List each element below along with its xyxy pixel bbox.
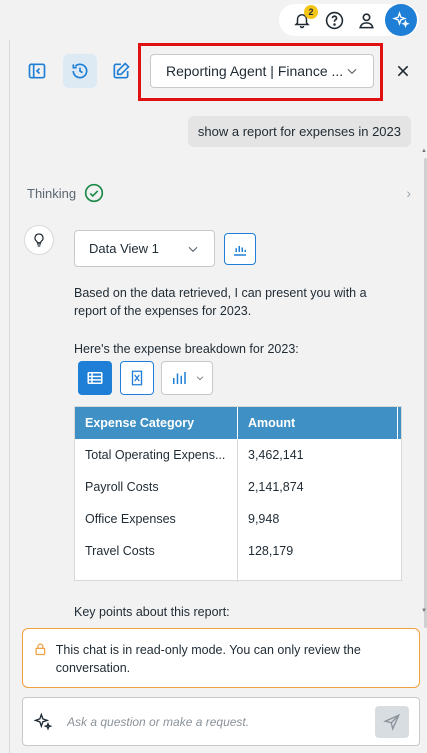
- table-header-amount[interactable]: Amount: [238, 407, 398, 439]
- top-bar: 2: [0, 0, 427, 40]
- send-button[interactable]: [375, 705, 409, 738]
- send-icon: [383, 713, 401, 731]
- close-icon: [397, 65, 409, 77]
- sparkle-icon: [33, 711, 53, 731]
- lock-icon: [35, 643, 46, 656]
- table-view-toggle[interactable]: [78, 361, 112, 395]
- table-row: Office Expenses 9,948: [75, 503, 401, 535]
- table-empty-cell: [75, 567, 238, 582]
- table-cell-amount: 9,948: [248, 512, 280, 526]
- table-empty-space: [75, 567, 401, 582]
- agent-select-value: Reporting Agent | Finance ...: [166, 63, 344, 79]
- new-chat-button[interactable]: [104, 54, 138, 88]
- history-icon: [72, 63, 88, 79]
- chevron-right-icon: ›: [406, 185, 411, 201]
- help-button[interactable]: [321, 7, 347, 33]
- thinking-row[interactable]: Thinking ›: [27, 182, 411, 204]
- collapse-panel-button[interactable]: [20, 54, 54, 88]
- table-cell-category: Travel Costs: [75, 535, 238, 567]
- chevron-down-icon: [196, 376, 204, 381]
- notification-badge: 2: [304, 5, 318, 19]
- notifications-button[interactable]: 2: [289, 5, 318, 33]
- table-row: Total Operating Expens... 3,462,141: [75, 439, 401, 471]
- close-panel-button[interactable]: [392, 60, 414, 82]
- assistant-sparkle-icon: [392, 11, 410, 28]
- key-points-heading: Key points about this report:: [74, 605, 230, 619]
- bar-chart-icon: [234, 246, 246, 256]
- table-cell-amount: 3,462,141: [248, 448, 304, 462]
- new-chat-icon: [113, 62, 130, 79]
- table-header-category[interactable]: Expense Category: [75, 407, 238, 439]
- readonly-notice: This chat is in read-only mode. You can …: [22, 628, 420, 688]
- chart-view-button[interactable]: [224, 233, 256, 265]
- export-excel-toggle[interactable]: [120, 361, 154, 395]
- table-cell-category: Total Operating Expens...: [75, 439, 238, 471]
- readonly-notice-text: This chat is in read-only mode. You can …: [55, 643, 361, 675]
- check-circle-icon: [84, 183, 104, 203]
- chat-input-box: [22, 697, 420, 746]
- table-row: Travel Costs 128,179: [75, 535, 401, 567]
- breakdown-heading: Here's the expense breakdown for 2023:: [74, 342, 299, 356]
- table-cell-category: Office Expenses: [75, 503, 238, 535]
- lightbulb-icon: [34, 233, 44, 247]
- expense-table: Expense Category Amount Total Operating …: [74, 406, 402, 582]
- top-icons-group: 2: [279, 4, 419, 36]
- chevron-down-icon: [347, 68, 357, 75]
- history-button[interactable]: [63, 54, 97, 88]
- response-intro: Based on the data retrieved, I can prese…: [74, 286, 367, 318]
- scroll-down-arrow[interactable]: ▼: [421, 608, 427, 614]
- chevron-down-icon: [188, 246, 198, 252]
- table-row: Payroll Costs 2,141,874: [75, 471, 401, 503]
- agent-select[interactable]: Reporting Agent | Finance ...: [150, 54, 374, 88]
- thinking-label: Thinking: [27, 185, 77, 201]
- help-icon: [325, 11, 343, 29]
- table-cell-category: Payroll Costs: [75, 471, 238, 503]
- scroll-up-arrow[interactable]: ▲: [421, 148, 427, 154]
- collapse-panel-icon: [28, 63, 46, 79]
- chart-type-toggle[interactable]: [161, 361, 213, 395]
- assistant-panel: Reporting Agent | Finance ... show a rep…: [9, 40, 427, 753]
- panel-header: Reporting Agent | Finance ...: [10, 40, 427, 104]
- assistant-button[interactable]: [385, 4, 417, 36]
- profile-button[interactable]: [353, 7, 379, 33]
- user-icon: [358, 12, 374, 28]
- data-view-value: Data View 1: [89, 241, 159, 256]
- chat-input[interactable]: [67, 714, 375, 729]
- excel-icon: [131, 370, 143, 386]
- table-cell-amount: 128,179: [248, 544, 294, 558]
- bot-avatar: [24, 225, 54, 255]
- column-chart-icon: [173, 372, 186, 384]
- data-view-select[interactable]: Data View 1: [74, 230, 215, 267]
- user-message: show a report for expenses in 2023: [187, 116, 411, 147]
- table-icon: [87, 372, 103, 384]
- table-cell-amount: 2,141,874: [248, 480, 304, 494]
- table-header-row: Expense Category Amount: [75, 407, 401, 439]
